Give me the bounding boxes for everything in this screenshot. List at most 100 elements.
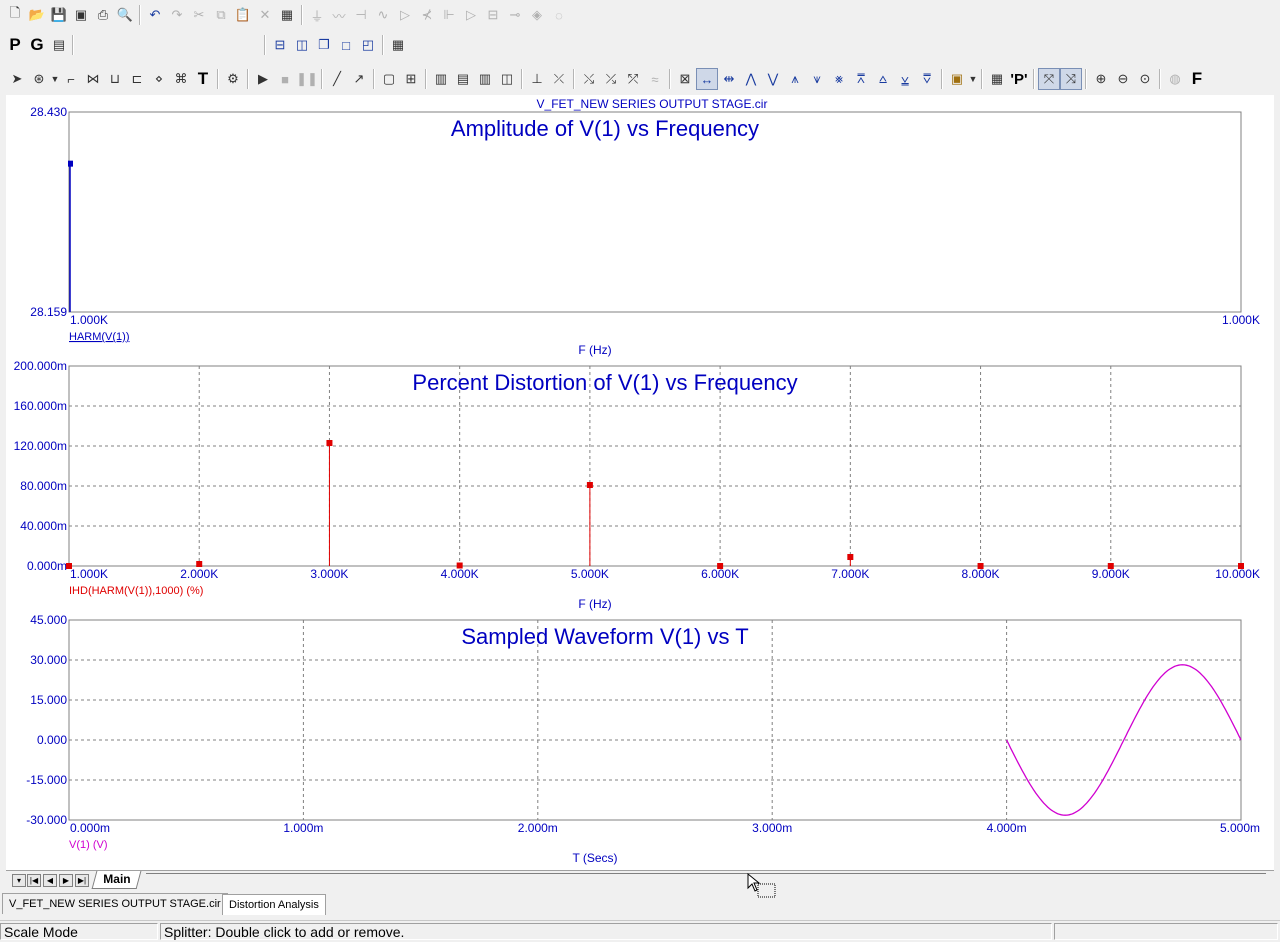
high-icon[interactable]: ⩚ [784,68,806,90]
junction-icon[interactable]: ◈ [526,4,548,26]
x-axis-label: T (Secs) [572,851,617,865]
undo-icon[interactable]: ↶ [144,4,166,26]
global-high-icon[interactable]: ⩞ [850,68,872,90]
battery-icon[interactable]: ⊩ [438,4,460,26]
run-icon[interactable]: ▶ [252,68,274,90]
component-select-icon[interactable]: ⊛ [28,68,50,90]
border-icon[interactable]: ▢ [378,68,400,90]
zoom-out-icon[interactable]: ⊖ [1112,68,1134,90]
resistor-icon[interactable]: 〰 [328,4,350,26]
plot-window[interactable]: V_FET_NEW SERIES OUTPUT STAGE.cir 28.430 2… [6,95,1274,875]
print-preview-icon[interactable]: 🔍 [114,4,136,26]
wire-icon[interactable]: ⌐ [60,68,82,90]
first-tab-icon[interactable]: |◀ [27,874,41,887]
component-icon[interactable]: ▦ [276,4,298,26]
dropdown-arrow-icon[interactable]: ▼ [50,68,60,90]
calculator-icon[interactable]: ▦ [387,34,409,56]
grid-icon[interactable]: ⊞ [400,68,422,90]
peak-icon[interactable]: ⋀ [740,68,762,90]
animate-icon[interactable]: ▣ [946,68,968,90]
grid-view-icon[interactable]: ▤ [48,34,70,56]
axis-grid-icon[interactable]: ◫ [496,68,518,90]
tab-distortion-analysis[interactable]: Distortion Analysis [222,894,326,915]
split-horizontal-icon[interactable]: ⊟ [269,34,291,56]
zoom-fit-icon[interactable]: ⊙ [1134,68,1156,90]
prev-tab-icon[interactable]: ◀ [43,874,57,887]
numeric-output-icon[interactable]: ▦ [986,68,1008,90]
cursor-slope-icon[interactable]: ⤱ [622,68,644,90]
transistor-icon[interactable]: ⊀ [416,4,438,26]
flag-icon[interactable]: ⊏ [126,68,148,90]
cursor-peak-icon[interactable]: ⤯ [578,68,600,90]
last-tab-icon[interactable]: ▶| [75,874,89,887]
capacitor-icon[interactable]: ⊣ [350,4,372,26]
mode-p-button[interactable]: P [4,34,26,56]
inductor-icon[interactable]: ∿ [372,4,394,26]
minor-grid-icon[interactable]: ▥ [430,68,452,90]
valley-icon[interactable]: ⋁ [762,68,784,90]
x-tick-label: 0.000m [70,821,110,835]
box-icon[interactable]: ⊔ [104,68,126,90]
cursor-wave-icon[interactable]: ≈ [644,68,666,90]
cascade-icon[interactable]: ❐ [313,34,335,56]
xy-auto-icon[interactable]: ⤨ [1060,68,1082,90]
zoom-in-icon[interactable]: ⊕ [1090,68,1112,90]
cut-icon[interactable]: ✂ [188,4,210,26]
window-icon[interactable]: □ [335,34,357,56]
column-grid-icon[interactable]: ▥ [474,68,496,90]
horizontal-scrollbar[interactable] [146,873,1266,874]
tab-main[interactable]: Main [91,871,142,889]
scroll-menu-icon[interactable]: ▾ [12,874,26,887]
probe-icon[interactable]: ◌ [548,4,570,26]
low-icon[interactable]: ⩛ [806,68,828,90]
tracker-icon[interactable]: ⤫ [548,68,570,90]
cursor-valley-icon[interactable]: ⤰ [600,68,622,90]
color-icon[interactable]: ◍ [1164,68,1186,90]
inflection-icon[interactable]: ⨳ [828,68,850,90]
save-all-icon[interactable]: ▣ [70,4,92,26]
font-tool-button[interactable]: F [1186,68,1208,90]
dropdown-arrow-icon[interactable]: ▼ [968,68,978,90]
plot-canvas[interactable]: V_FET_NEW SERIES OUTPUT STAGE.cir 28.430 2… [6,95,1274,875]
separator [247,69,249,89]
probe-tool-button[interactable]: 'P' [1008,68,1030,90]
scale-icon[interactable]: ⊠ [674,68,696,90]
select-arrow-icon[interactable]: ➤ [6,68,28,90]
ground-icon[interactable]: ⏚ [306,4,328,26]
top-icon[interactable]: ⩣ [894,68,916,90]
xy-scale-icon[interactable]: ⤧ [1038,68,1060,90]
trace-label: HARM(V(1)) [69,331,130,343]
tab-circuit-file[interactable]: V_FET_NEW SERIES OUTPUT STAGE.cir [2,893,228,914]
global-low-icon[interactable]: ⩟ [872,68,894,90]
opamp-icon[interactable]: ▷ [460,4,482,26]
properties-icon[interactable]: ⚙ [222,68,244,90]
mode-g-button[interactable]: G [26,34,48,56]
bus-icon[interactable]: ⋈ [82,68,104,90]
split-vertical-icon[interactable]: ◫ [291,34,313,56]
stop-icon[interactable]: ■ [274,68,296,90]
line-tool-icon[interactable]: ╱ [326,68,348,90]
source-icon[interactable]: ⊸ [504,4,526,26]
delete-icon[interactable]: ✕ [254,4,276,26]
new-file-icon[interactable]: 🗋 [4,4,26,26]
horizontal-cursor-icon[interactable]: ↔ [696,68,718,90]
copy-icon[interactable]: ⧉ [210,4,232,26]
baseline-icon[interactable]: ⊥ [526,68,548,90]
open-folder-icon[interactable]: 📂 [26,4,48,26]
diode-icon[interactable]: ▷ [394,4,416,26]
pause-icon[interactable]: ❚❚ [296,68,318,90]
next-tab-icon[interactable]: ▶ [59,874,73,887]
point-tag-icon[interactable]: ⇹ [718,68,740,90]
major-grid-icon[interactable]: ▤ [452,68,474,90]
shape-icon[interactable]: ⌘ [170,68,192,90]
switch-icon[interactable]: ⊟ [482,4,504,26]
redo-icon[interactable]: ↷ [166,4,188,26]
tile-icon[interactable]: ◰ [357,34,379,56]
arrow-tool-icon[interactable]: ↗ [348,68,370,90]
bottom-icon[interactable]: ⩢ [916,68,938,90]
node-icon[interactable]: ⋄ [148,68,170,90]
save-icon[interactable]: 💾 [48,4,70,26]
text-tool-button[interactable]: T [192,68,214,90]
print-icon[interactable]: ⎙ [92,4,114,26]
paste-icon[interactable]: 📋 [232,4,254,26]
